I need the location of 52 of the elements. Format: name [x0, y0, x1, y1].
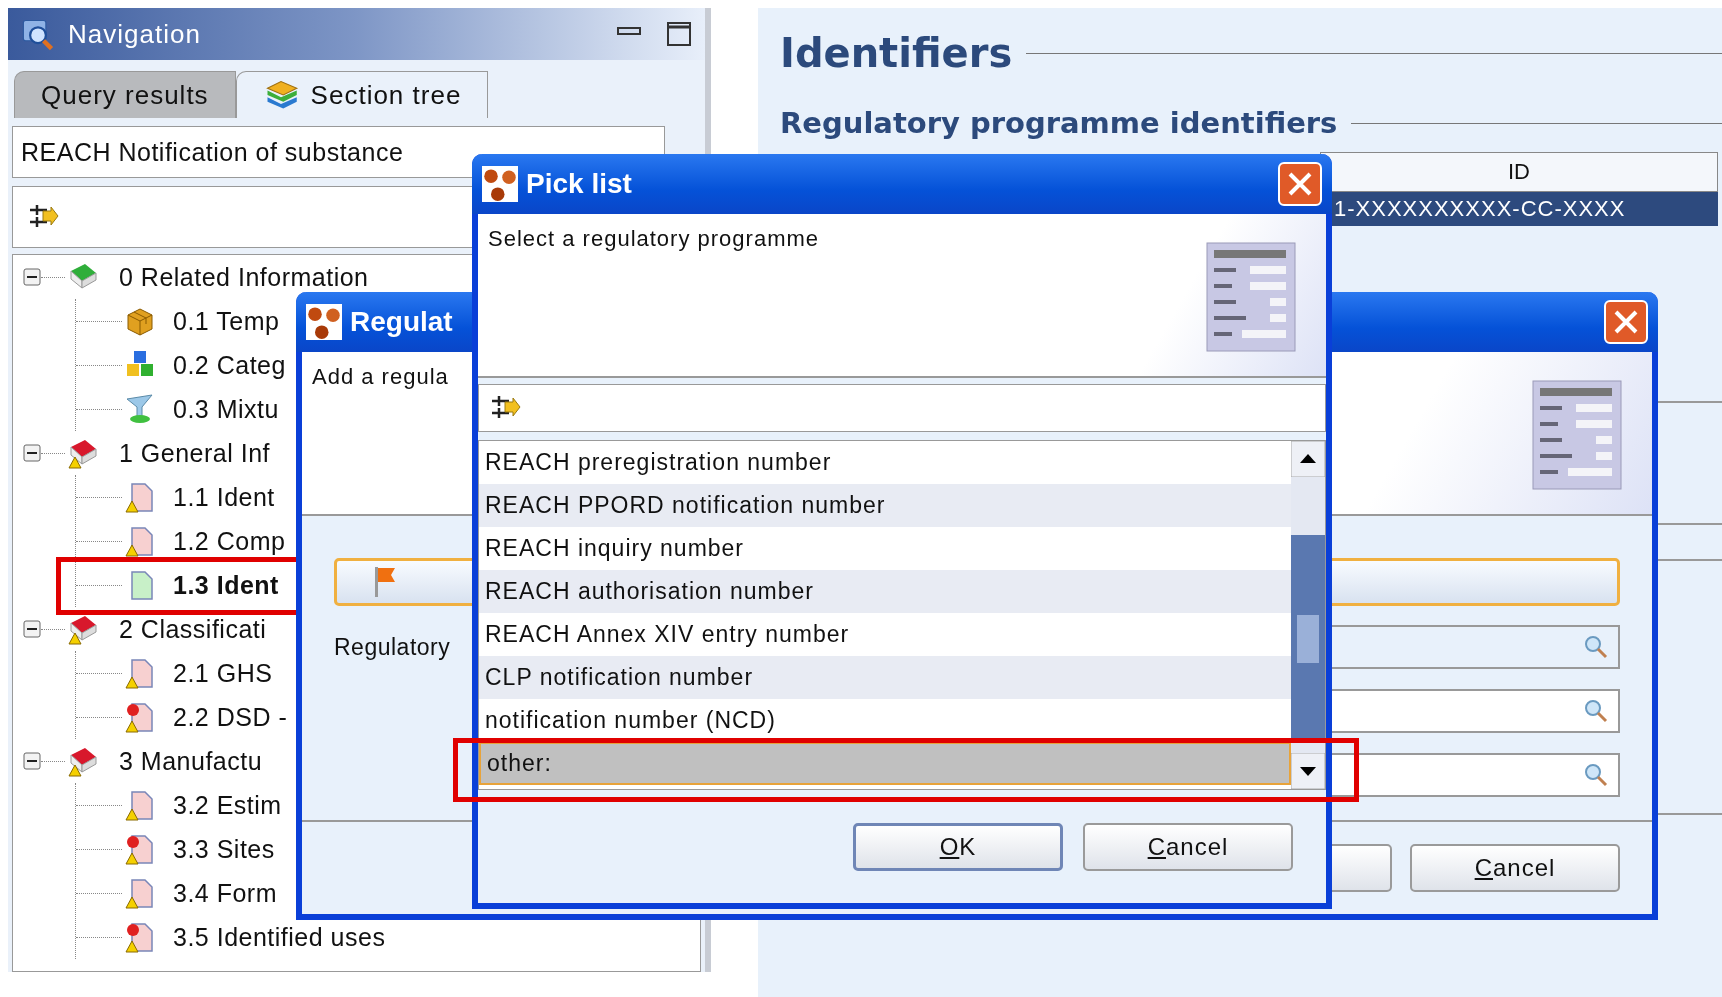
tree-item[interactable]: 2.2 DSD -: [173, 703, 288, 731]
form-icon: [1532, 380, 1622, 490]
instruction-text: Add a regula: [312, 364, 449, 391]
tab[interactable]: Section tree: [235, 71, 489, 118]
tree-item[interactable]: 0.3 Mixtu: [173, 395, 279, 423]
tree-item[interactable]: 2 Classificati: [119, 615, 267, 643]
tree-item[interactable]: 3.3 Sites: [173, 835, 275, 863]
column-header[interactable]: ID: [1320, 152, 1718, 192]
field-label: Regulatory: [334, 633, 451, 661]
dots-icon: [482, 166, 518, 202]
tree-item[interactable]: 1.2 Comp: [173, 527, 286, 555]
tree-item[interactable]: 3 Manufactu: [119, 747, 263, 775]
tree-item[interactable]: 3.5 Identified uses: [173, 923, 386, 951]
close-icon[interactable]: [1278, 162, 1322, 206]
tree-item[interactable]: 0.1 Temp: [173, 307, 280, 335]
tab[interactable]: Query results: [14, 71, 236, 118]
panel-title: Navigation: [68, 18, 201, 50]
form-icon: [1206, 242, 1296, 352]
tree-item[interactable]: 0.2 Categ: [173, 351, 286, 379]
close-icon[interactable]: [1604, 300, 1648, 344]
maximize-icon[interactable]: [665, 20, 693, 48]
search-icon[interactable]: [1584, 699, 1608, 723]
scrollbar-track[interactable]: [1291, 441, 1325, 789]
tree-item[interactable]: 1 General Inf: [119, 439, 271, 467]
subsection-heading: Regulatory programme identifiers: [780, 106, 1338, 140]
tree-item[interactable]: 3.2 Estim: [173, 791, 282, 819]
list-item[interactable]: REACH authorisation number: [479, 570, 1291, 613]
search-icon[interactable]: [1584, 763, 1608, 787]
cancel-button[interactable]: Cancel: [1410, 844, 1620, 892]
tree-item[interactable]: 0 Related Information: [119, 263, 369, 291]
collapse-icon[interactable]: [23, 268, 41, 286]
collapse-icon[interactable]: [23, 752, 41, 770]
search-icon[interactable]: [1584, 635, 1608, 659]
list-item[interactable]: REACH PPORD notification number: [479, 484, 1291, 527]
flag-icon: [373, 565, 397, 599]
tree-item[interactable]: 3.4 Form: [173, 879, 278, 907]
list-item[interactable]: CLP notification number: [479, 656, 1291, 699]
collapse-icon[interactable]: [23, 620, 41, 638]
section-heading: Identifiers: [780, 30, 1013, 76]
dialog-title: Regulat: [350, 306, 453, 338]
list-item[interactable]: other:: [479, 742, 1291, 785]
cancel-button[interactable]: Cancel: [1083, 822, 1293, 871]
scroll-down-button[interactable]: [1291, 753, 1325, 789]
dots-icon: [306, 304, 342, 340]
tree-item[interactable]: 1.3 Ident: [173, 571, 279, 599]
scroll-up-button[interactable]: [1291, 441, 1325, 477]
tree-item[interactable]: 1.1 Ident: [173, 483, 275, 511]
table-cell-text: 1-XXXXXXXXXX-CC-XXXX: [1333, 196, 1626, 222]
tree-item[interactable]: 2.1 GHS: [173, 659, 273, 687]
instruction-text: Select a regulatory programme: [488, 226, 820, 253]
collapse-icon[interactable]: [23, 444, 41, 462]
ok-button[interactable]: OK: [853, 822, 1063, 871]
